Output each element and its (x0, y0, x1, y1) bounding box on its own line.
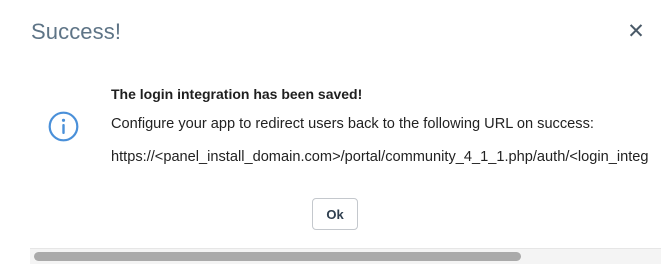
scrollbar-thumb[interactable] (34, 252, 521, 261)
close-icon[interactable]: ✕ (624, 18, 648, 44)
success-dialog: Success! ✕ The login integration has bee… (0, 0, 661, 272)
dialog-title: Success! (31, 19, 122, 44)
saved-message: The login integration has been saved! (111, 86, 363, 102)
horizontal-scrollbar[interactable] (30, 248, 661, 264)
ok-button[interactable]: Ok (312, 198, 358, 230)
info-icon (48, 111, 79, 142)
url-container: https://<panel_install_domain.com>/porta… (111, 149, 661, 173)
instruction-text: Configure your app to redirect users bac… (111, 116, 594, 132)
redirect-url: https://<panel_install_domain.com>/porta… (111, 149, 649, 165)
